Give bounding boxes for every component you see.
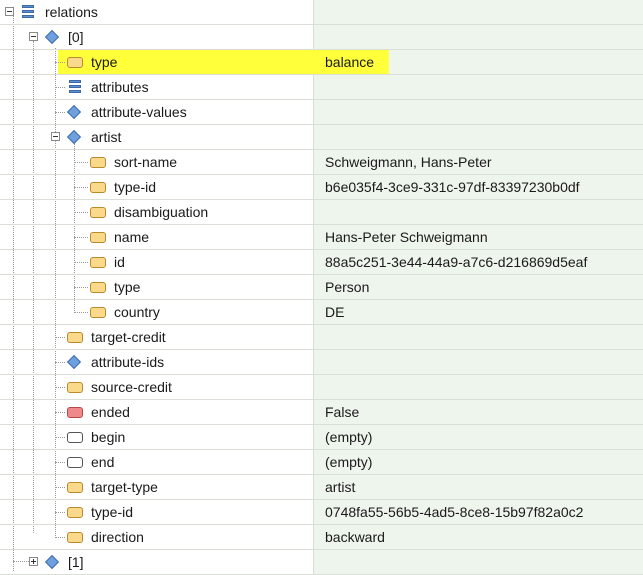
node-value: (empty) bbox=[325, 429, 373, 445]
node-label: attribute-ids bbox=[91, 354, 165, 370]
field-icon bbox=[90, 257, 106, 268]
object-icon bbox=[66, 129, 82, 145]
node-label: disambiguation bbox=[114, 204, 209, 220]
node-label: country bbox=[114, 304, 160, 320]
field-icon bbox=[90, 182, 106, 193]
node-label: [1] bbox=[68, 554, 84, 570]
field-icon bbox=[67, 532, 83, 543]
tree-row-country[interactable]: country DE bbox=[0, 300, 643, 325]
node-label: begin bbox=[91, 429, 126, 445]
tree-row-index-0[interactable]: [0] bbox=[0, 25, 643, 50]
tree-row-target-credit[interactable]: target-credit bbox=[0, 325, 643, 350]
field-icon bbox=[90, 207, 106, 218]
tree-row-index-1[interactable]: [1] bbox=[0, 550, 643, 575]
tree-row-attributes[interactable]: attributes bbox=[0, 75, 643, 100]
tree-row-sort-name[interactable]: sort-name Schweigmann, Hans-Peter bbox=[0, 150, 643, 175]
null-icon bbox=[67, 457, 83, 468]
node-value: b6e035f4-3ce9-331c-97df-83397230b0df bbox=[325, 179, 580, 195]
json-tree-view: relations [0] type balance attributes at… bbox=[0, 0, 643, 575]
field-icon bbox=[90, 232, 106, 243]
tree-row-ended[interactable]: ended False bbox=[0, 400, 643, 425]
object-icon bbox=[44, 554, 60, 570]
array-icon bbox=[69, 80, 81, 94]
node-value: 88a5c251-3e44-44a9-a7c6-d216869d5eaf bbox=[325, 254, 588, 270]
node-label: target-type bbox=[91, 479, 158, 495]
node-value: balance bbox=[325, 54, 375, 70]
node-value: False bbox=[325, 404, 360, 420]
node-label: [0] bbox=[68, 29, 84, 45]
object-icon bbox=[66, 354, 82, 370]
node-value: Person bbox=[325, 279, 370, 295]
node-value: Schweigmann, Hans-Peter bbox=[325, 154, 492, 170]
node-value: Hans-Peter Schweigmann bbox=[325, 229, 488, 245]
expand-toggle[interactable] bbox=[29, 557, 38, 566]
node-value: artist bbox=[325, 479, 356, 495]
collapse-toggle[interactable] bbox=[5, 7, 14, 16]
node-label: attribute-values bbox=[91, 104, 187, 120]
tree-row-disambiguation[interactable]: disambiguation bbox=[0, 200, 643, 225]
node-label: end bbox=[91, 454, 115, 470]
object-icon bbox=[66, 104, 82, 120]
node-label: id bbox=[114, 254, 125, 270]
tree-row-attribute-ids[interactable]: attribute-ids bbox=[0, 350, 643, 375]
tree-row-artist-type[interactable]: type Person bbox=[0, 275, 643, 300]
tree-row-target-type[interactable]: target-type artist bbox=[0, 475, 643, 500]
field-icon bbox=[90, 282, 106, 293]
tree-row-type-id[interactable]: type-id b6e035f4-3ce9-331c-97df-83397230… bbox=[0, 175, 643, 200]
node-label: direction bbox=[91, 529, 144, 545]
tree-row-type[interactable]: type balance bbox=[0, 50, 643, 75]
tree-row-begin[interactable]: begin (empty) bbox=[0, 425, 643, 450]
tree-row-artist[interactable]: artist bbox=[0, 125, 643, 150]
node-value: 0748fa55-56b5-4ad5-8ce8-15b97f82a0c2 bbox=[325, 504, 584, 520]
field-icon bbox=[90, 157, 106, 168]
node-label: name bbox=[114, 229, 150, 245]
node-label: relations bbox=[45, 4, 98, 20]
tree-row-end[interactable]: end (empty) bbox=[0, 450, 643, 475]
node-label: attributes bbox=[91, 79, 149, 95]
tree-row-attribute-values[interactable]: attribute-values bbox=[0, 100, 643, 125]
tree-row-relation-type-id[interactable]: type-id 0748fa55-56b5-4ad5-8ce8-15b97f82… bbox=[0, 500, 643, 525]
object-icon bbox=[44, 29, 60, 45]
node-label: target-credit bbox=[91, 329, 166, 345]
node-label: type-id bbox=[91, 504, 134, 520]
node-label: type bbox=[114, 279, 141, 295]
array-icon bbox=[22, 5, 34, 19]
boolean-icon bbox=[67, 407, 83, 418]
node-label: sort-name bbox=[114, 154, 178, 170]
field-icon bbox=[90, 307, 106, 318]
tree-row-source-credit[interactable]: source-credit bbox=[0, 375, 643, 400]
node-value: DE bbox=[325, 304, 345, 320]
field-icon bbox=[67, 507, 83, 518]
field-icon bbox=[67, 57, 83, 68]
node-label: ended bbox=[91, 404, 130, 420]
node-label: type-id bbox=[114, 179, 157, 195]
tree-row-name[interactable]: name Hans-Peter Schweigmann bbox=[0, 225, 643, 250]
field-icon bbox=[67, 482, 83, 493]
field-icon bbox=[67, 332, 83, 343]
node-label: artist bbox=[91, 129, 122, 145]
tree-row-relations[interactable]: relations bbox=[0, 0, 643, 25]
collapse-toggle[interactable] bbox=[29, 32, 38, 41]
node-label: source-credit bbox=[91, 379, 172, 395]
field-icon bbox=[67, 382, 83, 393]
node-label: type bbox=[91, 54, 118, 70]
tree-row-id[interactable]: id 88a5c251-3e44-44a9-a7c6-d216869d5eaf bbox=[0, 250, 643, 275]
node-value: backward bbox=[325, 529, 385, 545]
tree-row-direction[interactable]: direction backward bbox=[0, 525, 643, 550]
node-value: (empty) bbox=[325, 454, 373, 470]
collapse-toggle[interactable] bbox=[51, 132, 60, 141]
null-icon bbox=[67, 432, 83, 443]
